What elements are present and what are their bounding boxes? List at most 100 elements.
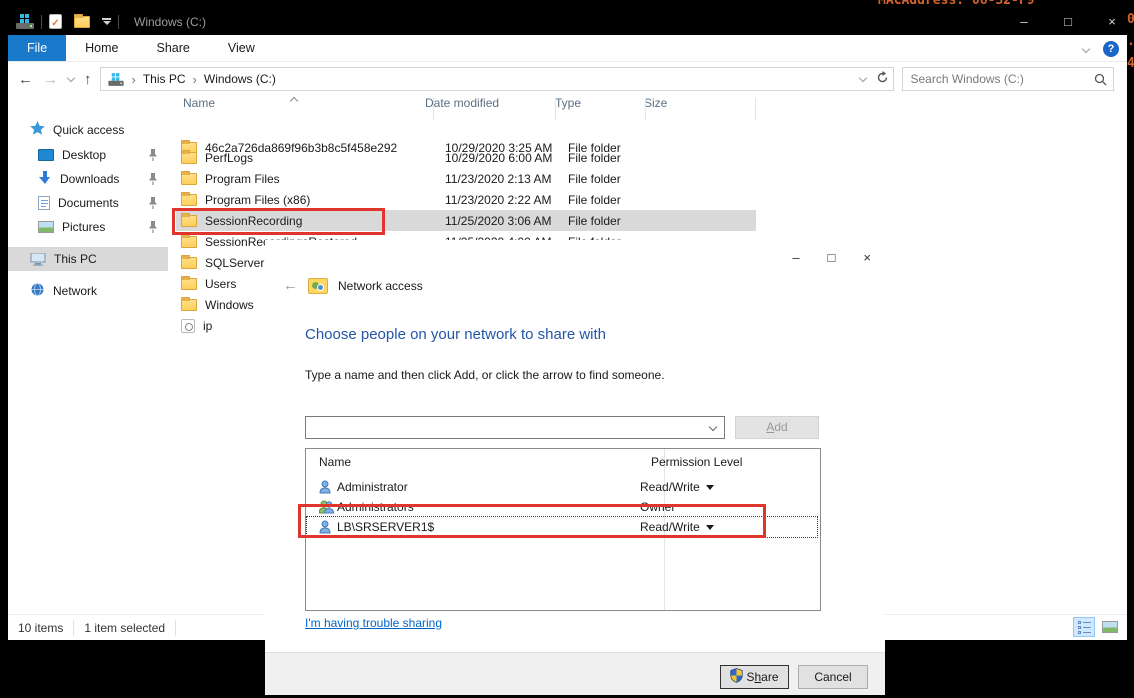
cancel-button[interactable]: Cancel <box>798 665 868 689</box>
sidebar-label: Network <box>53 284 97 298</box>
pin-icon <box>148 197 158 212</box>
file-name: Program Files (x86) <box>205 193 445 207</box>
address-box[interactable]: › This PC › Windows (C:) <box>100 67 894 91</box>
column-header-name[interactable]: Name <box>176 96 425 122</box>
search-icon[interactable] <box>1094 73 1107 89</box>
properties-qat-icon[interactable]: ✓ <box>49 14 62 29</box>
breadcrumb-chevron: › <box>190 72 200 87</box>
file-type: File folder <box>568 172 668 186</box>
user-name: Administrator <box>307 480 635 494</box>
permission-row[interactable]: Administrator Read/Write <box>307 477 817 497</box>
add-button[interactable]: Add <box>735 416 819 439</box>
network-access-icon <box>308 278 328 294</box>
sidebar-item-network[interactable]: Network <box>8 279 168 303</box>
file-name: Program Files <box>205 172 445 186</box>
sidebar-item-desktop[interactable]: Desktop <box>8 143 168 167</box>
expand-ribbon-icon[interactable] <box>1082 44 1090 52</box>
highlight-sessionrecording <box>172 208 385 235</box>
console-edge-char: 0 <box>1127 12 1134 27</box>
permission-value: Read/Write <box>640 480 700 494</box>
address-dropdown-icon[interactable] <box>858 73 866 81</box>
star-icon <box>30 121 45 139</box>
network-access-dialog: – □ × ← Network access Choose people on … <box>265 240 885 695</box>
new-folder-qat-icon[interactable] <box>74 16 90 28</box>
customize-qat-dropdown-icon[interactable] <box>102 18 111 25</box>
selection-count: 1 item selected <box>84 621 165 635</box>
pictures-icon <box>38 221 54 233</box>
refresh-icon[interactable] <box>876 71 889 87</box>
dialog-minimize-icon[interactable]: – <box>792 250 799 265</box>
share-button[interactable]: Share <box>720 665 789 689</box>
breadcrumb-chevron: › <box>129 72 139 87</box>
pin-icon <box>148 221 158 236</box>
sidebar-item-pictures[interactable]: Pictures <box>8 215 168 239</box>
tab-file[interactable]: File <box>8 35 66 61</box>
file-date: 11/25/2020 3:06 AM <box>445 214 568 228</box>
forward-icon[interactable]: → <box>43 71 58 88</box>
column-divider[interactable] <box>433 98 434 120</box>
combo-dropdown-icon[interactable] <box>709 423 717 431</box>
breadcrumb-current[interactable]: Windows (C:) <box>204 72 276 86</box>
gear-icon <box>181 319 195 333</box>
back-icon[interactable]: ← <box>18 71 33 88</box>
sidebar-label: Desktop <box>62 148 106 162</box>
close-icon[interactable]: × <box>1103 14 1121 29</box>
dialog-footer: Share Cancel <box>265 652 885 695</box>
tab-share[interactable]: Share <box>138 35 209 61</box>
folder-icon <box>181 299 197 311</box>
column-divider[interactable] <box>555 98 556 120</box>
recent-locations-icon[interactable] <box>67 73 75 81</box>
pin-icon <box>148 173 158 188</box>
permission-dropdown-icon[interactable] <box>706 485 714 490</box>
file-row[interactable]: Program Files (x86) 11/23/2020 2:22 AM F… <box>176 189 756 210</box>
thumbnail-view-icon[interactable] <box>1099 617 1121 637</box>
pin-icon <box>148 149 158 164</box>
table-col-permission: Permission Level <box>651 455 742 469</box>
sidebar-label: This PC <box>54 252 97 266</box>
minimize-icon[interactable]: – <box>1015 14 1033 29</box>
folder-icon <box>181 194 197 206</box>
folder-icon <box>181 257 197 269</box>
search-input[interactable] <box>903 68 1113 90</box>
file-type: File folder <box>568 193 668 207</box>
details-view-icon[interactable] <box>1073 617 1095 637</box>
drive-icon <box>16 14 34 29</box>
sidebar-item-this-pc[interactable]: This PC <box>8 247 168 271</box>
console-edge-char: . <box>1127 34 1134 49</box>
shield-icon <box>730 668 743 686</box>
tab-view[interactable]: View <box>209 35 274 61</box>
maximize-icon[interactable]: □ <box>1059 14 1077 29</box>
column-header-type[interactable]: Type <box>547 96 637 122</box>
person-icon <box>319 480 331 497</box>
file-row[interactable]: PerfLogs 10/29/2020 6:00 AM File folder <box>176 147 756 168</box>
drive-icon <box>108 73 123 86</box>
file-date: 11/23/2020 2:13 AM <box>445 172 568 186</box>
file-date: 10/29/2020 6:00 AM <box>445 151 568 165</box>
dialog-maximize-icon[interactable]: □ <box>828 250 836 265</box>
downloads-icon <box>38 171 52 188</box>
sidebar-item-quick-access[interactable]: Quick access <box>8 118 168 142</box>
help-icon[interactable]: ? <box>1103 41 1119 57</box>
file-type: File folder <box>568 214 668 228</box>
sidebar-item-documents[interactable]: Documents <box>8 191 168 215</box>
people-combobox[interactable] <box>305 416 725 439</box>
sidebar-label: Documents <box>58 196 119 210</box>
sidebar-label: Quick access <box>53 123 124 137</box>
table-col-name: Name <box>306 455 651 469</box>
network-icon <box>30 283 45 299</box>
column-divider[interactable] <box>755 98 756 120</box>
column-header-size[interactable]: Size <box>637 96 735 122</box>
trouble-sharing-link[interactable]: I'm having trouble sharing <box>305 616 442 630</box>
column-divider[interactable] <box>645 98 646 120</box>
tab-home[interactable]: Home <box>66 35 137 61</box>
up-icon[interactable]: ↑ <box>84 71 92 88</box>
file-row[interactable]: Program Files 11/23/2020 2:13 AM File fo… <box>176 168 756 189</box>
console-mac-text: MACAddress: 06-32-F9 <box>878 0 1035 8</box>
sidebar-item-downloads[interactable]: Downloads <box>8 167 168 191</box>
console-edge-char: 4 <box>1127 56 1134 71</box>
dialog-close-icon[interactable]: × <box>863 250 871 265</box>
column-header-date-modified[interactable]: Date modified <box>425 96 547 122</box>
dialog-back-icon[interactable]: ← <box>283 277 298 294</box>
breadcrumb-this-pc[interactable]: This PC <box>143 72 186 86</box>
search-box <box>902 67 1114 91</box>
